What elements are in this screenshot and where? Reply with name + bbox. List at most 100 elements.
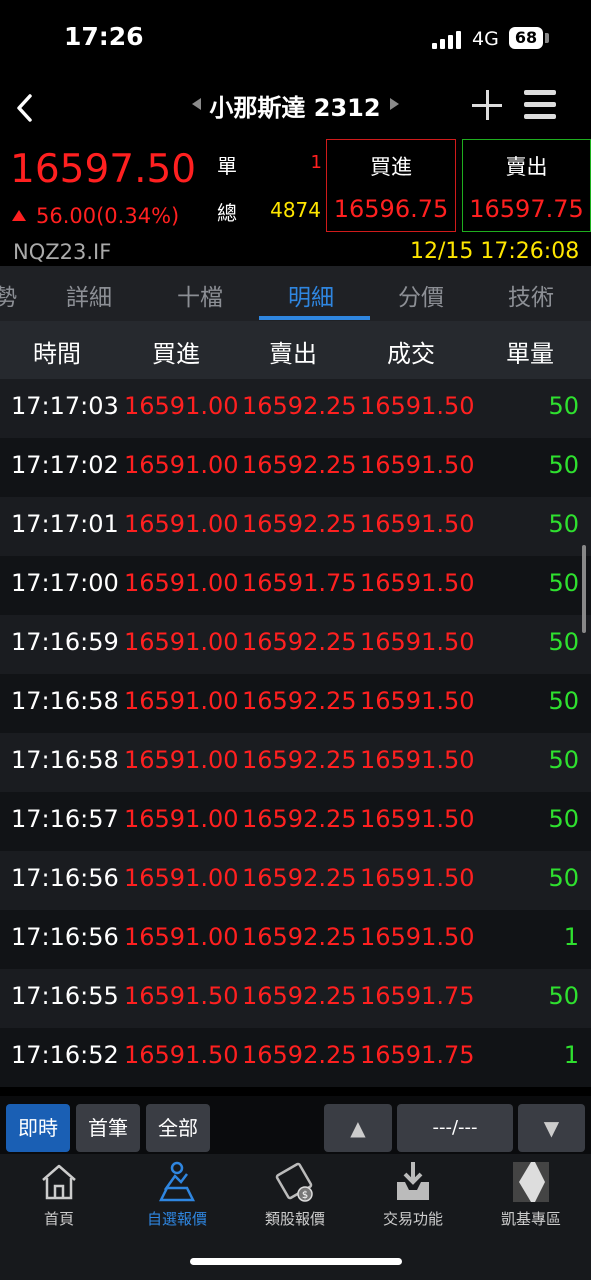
sector-quote-icon: $	[275, 1162, 313, 1202]
table-row: 17:16:58 16591.00 16592.25 16591.50 50	[0, 674, 591, 733]
price-change: 56.00(0.34%)	[36, 204, 180, 228]
symbol-title[interactable]: 小那斯達 2312	[180, 88, 410, 123]
table-row: 17:17:03 16591.00 16592.25 16591.50 50	[0, 379, 591, 438]
nav-home[interactable]: 首頁	[0, 1160, 118, 1229]
cell-ask: 16592.25	[242, 628, 357, 656]
cell-time: 17:16:58	[11, 746, 119, 774]
cell-bid: 16591.00	[124, 923, 239, 951]
nav-label: 凱基專區	[500, 1210, 561, 1228]
cell-deal: 16591.75	[360, 982, 475, 1010]
cell-deal: 16591.50	[360, 451, 475, 479]
home-indicator[interactable]	[190, 1258, 402, 1265]
cell-volume: 50	[548, 451, 579, 479]
cell-volume: 1	[563, 1041, 579, 1069]
cell-volume: 50	[548, 510, 579, 538]
tab-detail[interactable]: 詳細	[66, 278, 112, 312]
up-arrow-icon	[12, 210, 26, 221]
nav-watchlist[interactable]: 自選報價	[118, 1160, 236, 1229]
cell-time: 17:17:01	[11, 510, 119, 538]
cell-bid: 16591.00	[124, 746, 239, 774]
chevron-left-icon	[17, 94, 32, 122]
nav-label: 自選報價	[146, 1210, 207, 1228]
cell-bid: 16591.00	[124, 805, 239, 833]
header-volume: 單量	[506, 340, 554, 368]
scrollbar[interactable]	[582, 545, 586, 633]
tab-ticks[interactable]: 明細	[288, 278, 334, 312]
watchlist-icon	[158, 1161, 196, 1202]
nav-kgi-zone[interactable]: 凱基專區	[472, 1160, 590, 1229]
cell-deal: 16591.75	[360, 1041, 475, 1069]
cell-volume: 1	[563, 923, 579, 951]
cell-bid: 16591.00	[124, 687, 239, 715]
symbol-code: NQZ23.IF	[13, 240, 112, 264]
tab-ten-levels[interactable]: 十檔	[177, 278, 223, 312]
total-volume: 4874	[270, 198, 321, 222]
table-row: 17:17:01 16591.00 16592.25 16591.50 50	[0, 497, 591, 556]
cell-bid: 16591.00	[124, 864, 239, 892]
cell-bid: 16591.00	[124, 451, 239, 479]
status-time: 17:26	[64, 22, 144, 51]
cell-deal: 16591.50	[360, 569, 475, 597]
table-row: 17:16:56 16591.00 16592.25 16591.50 1	[0, 910, 591, 969]
buy-button[interactable]: 買進 16596.75	[326, 139, 456, 232]
cell-bid: 16591.00	[124, 569, 239, 597]
table-row: 17:16:56 16591.00 16592.25 16591.50 50	[0, 851, 591, 910]
table-row: 17:16:52 16591.50 16592.25 16591.75 1	[0, 1028, 591, 1087]
cell-deal: 16591.50	[360, 510, 475, 538]
cell-bid: 16591.00	[124, 510, 239, 538]
cell-ask: 16592.25	[242, 864, 357, 892]
cell-bid: 16591.00	[124, 628, 239, 656]
first-record-button[interactable]: 首筆	[76, 1104, 140, 1152]
svg-text:$: $	[302, 1190, 308, 1201]
total-label: 總	[217, 201, 237, 225]
realtime-button[interactable]: 即時	[6, 1104, 70, 1152]
cell-volume: 50	[548, 982, 579, 1010]
cell-ask: 16592.25	[242, 1041, 357, 1069]
home-icon	[42, 1164, 76, 1200]
tab-price-distribution[interactable]: 分價	[398, 278, 444, 312]
header-ask: 賣出	[269, 340, 317, 368]
page-down-button[interactable]: ▼	[518, 1104, 585, 1152]
cell-time: 17:16:57	[11, 805, 119, 833]
last-price: 16597.50	[10, 147, 197, 192]
nav-label: 首頁	[43, 1210, 74, 1228]
battery-tip	[545, 33, 549, 43]
cell-time: 17:17:02	[11, 451, 119, 479]
cell-bid: 16591.50	[124, 982, 239, 1010]
signal-icon	[432, 31, 462, 49]
sell-button[interactable]: 賣出 16597.75	[462, 139, 591, 232]
next-symbol-icon[interactable]	[390, 98, 399, 110]
cell-deal: 16591.50	[360, 746, 475, 774]
cell-time: 17:16:55	[11, 982, 119, 1010]
cell-deal: 16591.50	[360, 687, 475, 715]
header-bid: 買進	[152, 340, 200, 368]
kgi-logo-icon	[513, 1162, 549, 1202]
single-label: 單	[217, 154, 237, 178]
nav-trade[interactable]: 交易功能	[354, 1160, 472, 1229]
cell-ask: 16592.25	[242, 451, 357, 479]
cell-volume: 50	[548, 864, 579, 892]
nav-sector-quote[interactable]: $ 類股報價	[236, 1160, 354, 1229]
tab-technical[interactable]: 技術	[508, 278, 554, 312]
cell-time: 17:17:00	[11, 569, 119, 597]
header-deal: 成交	[387, 340, 435, 368]
back-button[interactable]	[8, 84, 44, 132]
ask-price: 16597.75	[469, 195, 584, 223]
header-time: 時間	[33, 340, 81, 368]
cell-volume: 50	[548, 746, 579, 774]
cell-deal: 16591.50	[360, 628, 475, 656]
table-row: 17:16:59 16591.00 16592.25 16591.50 50	[0, 615, 591, 674]
table-row: 17:16:55 16591.50 16592.25 16591.75 50	[0, 969, 591, 1028]
cell-volume: 50	[548, 392, 579, 420]
cell-time: 17:16:56	[11, 864, 119, 892]
add-icon[interactable]	[470, 88, 504, 122]
nav-label: 類股報價	[264, 1210, 325, 1228]
sell-label: 賣出	[505, 155, 548, 179]
all-records-button[interactable]: 全部	[146, 1104, 210, 1152]
cell-ask: 16592.25	[242, 392, 357, 420]
cell-ask: 16592.25	[242, 805, 357, 833]
page-up-button[interactable]: ▲	[324, 1104, 392, 1152]
menu-icon[interactable]	[524, 90, 556, 120]
active-tab-indicator	[259, 316, 370, 320]
tab-trend[interactable]: 勢	[0, 278, 17, 312]
